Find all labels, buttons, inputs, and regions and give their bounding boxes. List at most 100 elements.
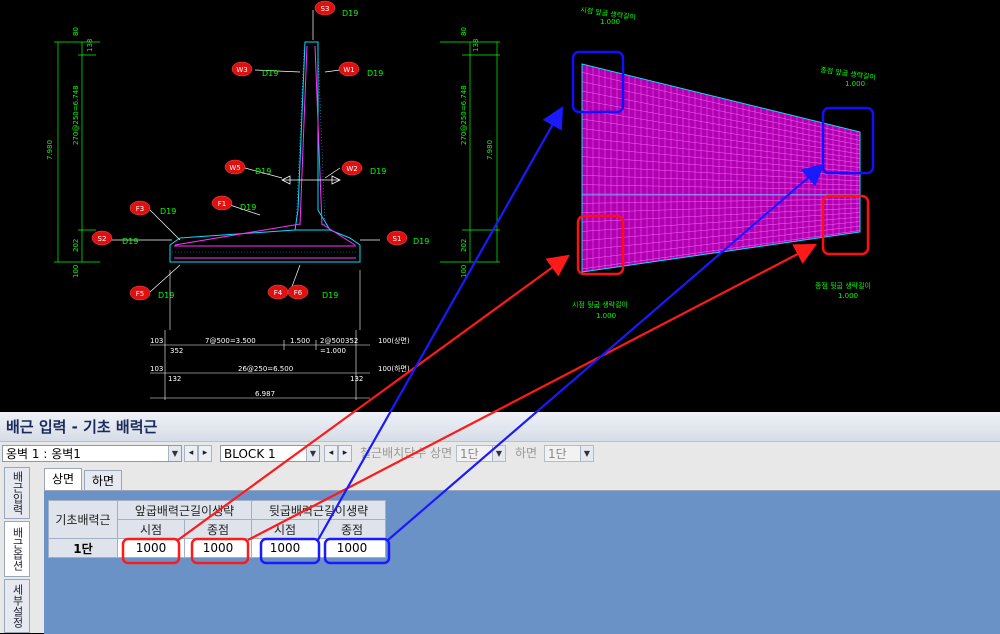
- upper-count-select[interactable]: 1단 ▼: [456, 445, 506, 462]
- mark-f6: F6: [294, 289, 303, 297]
- dim-row1-f: 100(상면): [378, 336, 410, 345]
- dim-row2-b: 26@250=6.500: [238, 365, 293, 373]
- grid-group-front: 앞굽배력근길이생략: [117, 500, 252, 520]
- bar-f1: D19: [240, 203, 256, 212]
- next-block-button[interactable]: ▸: [338, 445, 352, 462]
- rear-end-cell[interactable]: 1000: [318, 538, 386, 558]
- right-dim-main: 270@250=6.748: [460, 85, 468, 145]
- dim-row1b-b: =1.000: [320, 347, 346, 355]
- lower-count-label: 하면: [515, 446, 538, 460]
- grid-col-rear-start: 시점: [251, 519, 319, 539]
- left-dimension: [54, 41, 100, 263]
- bar-w1: D19: [367, 69, 383, 78]
- dim-row1-e: 352: [345, 337, 358, 345]
- vtab-rebar-input[interactable]: 배근입력: [4, 467, 30, 519]
- mark-w1: W1: [343, 66, 354, 74]
- cad-drawing-view[interactable]: S3 W3 W1 W5 W2 F3 F1 S2 S1 F5 F4 F6 D19 …: [0, 0, 1000, 412]
- upper-count-label: 철근배치단수 상면: [360, 446, 453, 460]
- vertical-tab-strip: 배근입력 배근옵션 세부설정: [2, 467, 32, 633]
- chevron-down-icon[interactable]: ▼: [168, 446, 181, 461]
- right-dim-bot: 100: [460, 265, 468, 278]
- front-start-cell[interactable]: 1000: [117, 538, 185, 558]
- grid-col-rear-end: 종점: [318, 519, 386, 539]
- dim-row2-a: 103: [150, 365, 163, 373]
- chevron-down-icon[interactable]: ▼: [306, 446, 319, 461]
- vtab-rebar-option[interactable]: 배근옵션: [4, 521, 30, 577]
- grid-row-header: 기초배력근: [48, 500, 118, 539]
- grid-col-front-start: 시점: [117, 519, 185, 539]
- bar-f3: D19: [160, 207, 176, 216]
- prev-block-button[interactable]: ◂: [324, 445, 338, 462]
- grid-col-front-end: 종점: [184, 519, 252, 539]
- right-dim-top2: 138: [472, 39, 480, 52]
- mark-w2: W2: [346, 165, 357, 173]
- dim-row1-c: 1.500: [290, 337, 310, 345]
- bar-w2: D19: [370, 167, 386, 176]
- rebar-input-panel: 배근 입력 - 기초 배력근 옹벽 1 : 옹벽1 ▼ ◂ ▸ BLOCK 1 …: [0, 412, 1000, 634]
- wall-select[interactable]: 옹벽 1 : 옹벽1 ▼: [2, 445, 182, 462]
- note-front-end-val: 1.000: [845, 80, 865, 88]
- bar-w3: D19: [262, 69, 278, 78]
- block-select-value: BLOCK 1: [224, 447, 276, 461]
- left-dim-main: 270@250=6.748: [72, 85, 80, 145]
- mark-f4: F4: [274, 289, 283, 297]
- table-row: 1단 1000 1000 1000 1000: [48, 538, 386, 558]
- tab-content: 기초배력근 앞굽배력근길이생략 뒷굽배력근길이생략 시점 종점 시점 종점 1단…: [44, 490, 1000, 634]
- right-dim-total: 7.980: [486, 140, 494, 160]
- chevron-down-icon[interactable]: ▼: [580, 446, 593, 461]
- next-wall-button[interactable]: ▸: [198, 445, 212, 462]
- bar-s2: D19: [122, 237, 138, 246]
- bar-s1: D19: [413, 237, 429, 246]
- left-dim-total: 7.980: [46, 140, 54, 160]
- grid-group-rear: 뒷굽배력근길이생략: [251, 500, 386, 520]
- lower-count-value: 1단: [548, 447, 567, 461]
- mark-f3: F3: [136, 205, 144, 213]
- cad-canvas: S3 W3 W1 W5 W2 F3 F1 S2 S1 F5 F4 F6 D19 …: [46, 0, 876, 400]
- prev-wall-button[interactable]: ◂: [184, 445, 198, 462]
- note-rear-start-val: 1.000: [596, 312, 616, 320]
- lower-count-select[interactable]: 1단 ▼: [544, 445, 594, 462]
- dim-row1b-a: 352: [170, 347, 183, 355]
- tab-lower[interactable]: 하면: [84, 470, 122, 490]
- block-select[interactable]: BLOCK 1 ▼: [220, 445, 320, 462]
- note-rear-end-val: 1.000: [838, 292, 858, 300]
- dim-row1-a: 103: [150, 337, 163, 345]
- dim-total: 6.987: [255, 390, 275, 398]
- mark-w3: W3: [236, 66, 247, 74]
- note-front-start-val: 1.000: [600, 18, 620, 26]
- mark-w5: W5: [229, 164, 240, 172]
- dim-row2b-b: 132: [350, 375, 363, 383]
- mark-s2: S2: [98, 235, 107, 243]
- left-dim-top2: 138: [86, 39, 94, 52]
- rear-start-cell[interactable]: 1000: [251, 538, 319, 558]
- mark-s1: S1: [393, 235, 402, 243]
- upper-count-value: 1단: [460, 447, 479, 461]
- rebar-grid: 기초배력근 앞굽배력근길이생략 뒷굽배력근길이생략 시점 종점 시점 종점 1단…: [48, 500, 386, 558]
- note-rear-start: 시점 뒷굽 생략길이: [572, 300, 628, 309]
- front-end-cell[interactable]: 1000: [184, 538, 252, 558]
- left-dim-bot: 100: [72, 265, 80, 278]
- chevron-down-icon[interactable]: ▼: [492, 446, 505, 461]
- grid-row-label: 1단: [48, 538, 118, 558]
- bottom-dimension: [150, 270, 370, 400]
- tab-upper[interactable]: 상면: [44, 468, 82, 490]
- mark-s3: S3: [321, 5, 330, 13]
- bar-f6: D19: [322, 291, 338, 300]
- right-dim-top: 80: [460, 27, 468, 36]
- bar-w5: D19: [255, 167, 271, 176]
- note-rear-end: 종점 뒷굽 생략길이: [815, 281, 871, 290]
- dim-row1-d: 2@500: [320, 337, 345, 345]
- dim-row2-c: 100(하면): [378, 364, 410, 373]
- bar-f5: D19: [158, 291, 174, 300]
- bar-s3: D19: [342, 9, 358, 18]
- wall-select-value: 옹벽 1 : 옹벽1: [6, 447, 81, 461]
- panel-title: 배근 입력 - 기초 배력근: [0, 412, 1000, 442]
- left-dim-bot2: 202: [72, 239, 80, 252]
- dim-row2b-a: 132: [168, 375, 181, 383]
- left-dim-top: 80: [72, 27, 80, 36]
- vtab-detail-setting[interactable]: 세부설정: [4, 579, 30, 633]
- dim-row1-b: 7@500=3.500: [205, 337, 256, 345]
- mark-f1: F1: [218, 200, 226, 208]
- mark-f5: F5: [136, 290, 144, 298]
- right-dim-bot2: 202: [460, 239, 468, 252]
